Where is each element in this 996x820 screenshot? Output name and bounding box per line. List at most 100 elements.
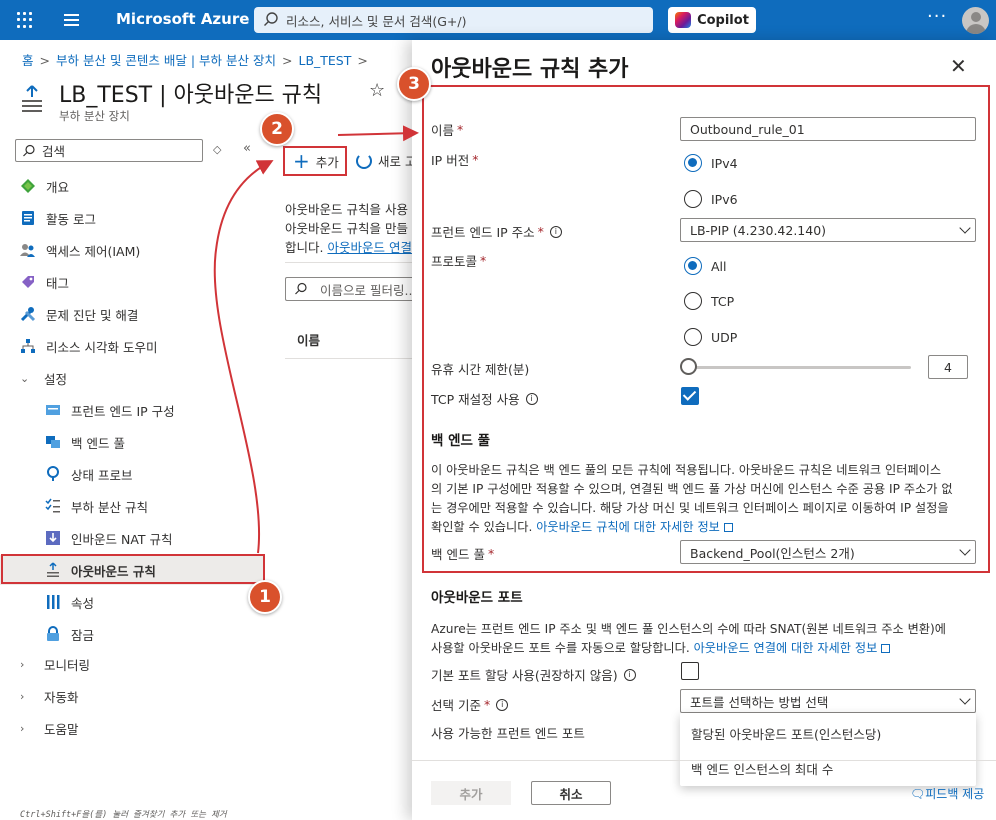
- select-by-label-text: 선택 기준: [431, 698, 481, 713]
- breadcrumb-home[interactable]: 홈: [22, 53, 34, 68]
- page-title: LB_TEST | 아웃바운드 규칙: [59, 83, 323, 108]
- more-icon[interactable]: ···: [927, 6, 947, 27]
- lock-icon: [47, 626, 59, 641]
- copilot-icon: [675, 12, 692, 28]
- outbound-rules-info-link[interactable]: 아웃바운드 규칙에 대한 자세한 정보: [536, 520, 720, 534]
- breadcrumb-lb-list[interactable]: 부하 분산 및 콘텐츠 배달 | 부하 분산 장치: [56, 53, 276, 68]
- feedback-link[interactable]: 🗨︎피드백 제공: [910, 785, 984, 802]
- copilot-button[interactable]: Copilot: [668, 7, 756, 33]
- sidebar-item-overview[interactable]: 개요: [0, 171, 264, 201]
- search-icon: [295, 282, 307, 295]
- sidebar-item-frontend-ip[interactable]: 프런트 엔드 IP 구성: [0, 395, 264, 425]
- description-line: 합니다.: [285, 240, 324, 255]
- name-field[interactable]: Outbound_rule_01: [680, 117, 976, 141]
- ip-version-label-text: IP 버전: [431, 153, 470, 168]
- refresh-button[interactable]: 새로 고: [356, 151, 416, 170]
- selection-highlight: [1, 554, 265, 584]
- frontend-ip-icon: [46, 405, 60, 415]
- radio-ipv4[interactable]: IPv4: [684, 154, 738, 172]
- default-port-checkbox[interactable]: [681, 662, 699, 680]
- annotation-badge-3: 3: [397, 67, 431, 101]
- radio-empty-icon: [684, 328, 702, 346]
- outbound-connection-info-link[interactable]: 아웃바운드 연결에 대한 자세한 정보: [694, 641, 878, 655]
- sidebar-group-monitoring[interactable]: › 모니터링: [0, 649, 264, 679]
- collapse-icon[interactable]: «: [243, 141, 251, 156]
- description-line: 의 기본 IP 구성에만 적용할 수 있으며, 연결된 백 엔드 풀 가상 머신…: [431, 482, 953, 496]
- breadcrumb-separator: >: [357, 53, 368, 68]
- filter-input[interactable]: 이름으로 필터링...: [285, 277, 412, 301]
- frontend-ip-label: 프런트 엔드 IP 주소 * i: [431, 222, 562, 241]
- sidebar-item-backend-pool[interactable]: 백 엔드 풀: [0, 427, 264, 457]
- backend-pool-icon: [46, 436, 60, 448]
- select-by-placeholder: 포트를 선택하는 방법 선택: [690, 694, 829, 710]
- global-search-input[interactable]: 리소스, 서비스 및 문서 검색(G+/): [254, 7, 653, 33]
- sidebar-item-lock[interactable]: 잠금: [0, 619, 264, 649]
- protocol-label: 프로토콜 *: [431, 251, 486, 270]
- select-by-dropdown[interactable]: 포트를 선택하는 방법 선택: [680, 689, 976, 713]
- breadcrumb-separator: >: [282, 53, 293, 68]
- refresh-label: 새로 고: [378, 154, 417, 169]
- breadcrumb-lb-test[interactable]: LB_TEST: [298, 53, 351, 68]
- menu-icon[interactable]: [64, 14, 79, 26]
- brand-name[interactable]: Microsoft Azure: [116, 10, 249, 28]
- select-by-options: 할당된 아웃바운드 포트(인스턴스당) 백 엔드 인스턴스의 최대 수: [680, 713, 976, 786]
- panel-add-button[interactable]: 추가: [431, 781, 511, 805]
- tcp-reset-checkbox[interactable]: [681, 387, 699, 405]
- close-icon[interactable]: ✕: [950, 54, 967, 78]
- idle-timeout-slider-track[interactable]: [689, 366, 911, 369]
- idle-timeout-input[interactable]: 4: [928, 355, 968, 379]
- outbound-connection-link[interactable]: 아웃바운드 연결: [327, 240, 411, 255]
- sidebar-group-settings[interactable]: ⌄ 설정: [0, 363, 264, 393]
- frontend-ip-select[interactable]: LB-PIP (4.230.42.140): [680, 218, 976, 242]
- radio-ipv6[interactable]: IPv6: [684, 190, 738, 208]
- cancel-button[interactable]: 취소: [531, 781, 611, 805]
- add-button[interactable]: + 추가: [283, 146, 347, 176]
- required-mark: *: [483, 697, 491, 712]
- sidebar-item-label: 개요: [46, 179, 70, 195]
- radio-protocol-udp[interactable]: UDP: [684, 328, 737, 346]
- backend-pool-select[interactable]: Backend_Pool(인스턴스 2개): [680, 540, 976, 564]
- info-icon[interactable]: i: [525, 392, 538, 405]
- dropdown-option[interactable]: 할당된 아웃바운드 포트(인스턴스당): [691, 724, 881, 743]
- sort-icon[interactable]: ◇: [213, 143, 221, 156]
- available-ports-label: 사용 가능한 프런트 엔드 포트: [431, 726, 585, 741]
- radio-protocol-tcp[interactable]: TCP: [684, 292, 734, 310]
- dropdown-option[interactable]: 백 엔드 인스턴스의 최대 수: [691, 759, 833, 778]
- chevron-down-icon: [959, 544, 971, 556]
- sidebar-group-help[interactable]: › 도움말: [0, 713, 264, 743]
- app-launcher-icon[interactable]: [17, 12, 33, 28]
- sidebar-item-activity-log[interactable]: 활동 로그: [0, 203, 264, 233]
- sidebar-item-inbound-nat[interactable]: 인바운드 NAT 규칙: [0, 523, 264, 553]
- overview-icon: [21, 179, 35, 193]
- visualizer-icon: [21, 339, 35, 353]
- info-icon[interactable]: i: [549, 225, 562, 238]
- sidebar-group-automation[interactable]: › 자동화: [0, 681, 264, 711]
- info-icon[interactable]: i: [623, 668, 636, 681]
- frontend-ip-label-text: 프런트 엔드 IP 주소: [431, 225, 535, 240]
- favorite-star-icon[interactable]: ☆: [369, 80, 385, 101]
- lb-rules-icon: [45, 498, 60, 513]
- sidebar-item-properties[interactable]: 속성: [0, 587, 264, 617]
- sidebar-item-tags[interactable]: 태그: [0, 267, 264, 297]
- add-outbound-rule-panel: 아웃바운드 규칙 추가 ✕ 이름 * Outbound_rule_01 IP 버전…: [412, 40, 996, 820]
- sidebar-item-label: 속성: [71, 595, 95, 611]
- name-label: 이름 *: [431, 120, 463, 139]
- sidebar-item-lb-rules[interactable]: 부하 분산 규칙: [0, 491, 264, 521]
- description-line: 이 아웃바운드 규칙은 백 엔드 풀의 모든 규칙에 적용됩니다. 아웃바운드 …: [431, 463, 942, 477]
- sidebar-item-visualizer[interactable]: 리소스 시각화 도우미: [0, 331, 264, 361]
- sidebar-item-label: 부하 분산 규칙: [71, 499, 148, 515]
- arrow-2-to-3: [337, 125, 419, 142]
- avatar[interactable]: [962, 7, 989, 34]
- column-header-name[interactable]: 이름: [297, 330, 320, 349]
- nav-search-input[interactable]: 검색: [15, 139, 203, 162]
- sidebar-item-iam[interactable]: 액세스 제어(IAM): [0, 235, 264, 265]
- sidebar-item-diagnose[interactable]: 문제 진단 및 해결: [0, 299, 264, 329]
- idle-timeout-slider-thumb[interactable]: [680, 358, 697, 375]
- sidebar-item-health-probe[interactable]: 상태 프로브: [0, 459, 264, 489]
- sidebar-group-label: 자동화: [44, 689, 79, 705]
- radio-protocol-all[interactable]: All: [684, 257, 727, 275]
- sidebar-item-label: 인바운드 NAT 규칙: [71, 531, 173, 547]
- sidebar-item-label: 상태 프로브: [71, 467, 133, 483]
- properties-icon: [47, 595, 60, 609]
- info-icon[interactable]: i: [496, 698, 509, 711]
